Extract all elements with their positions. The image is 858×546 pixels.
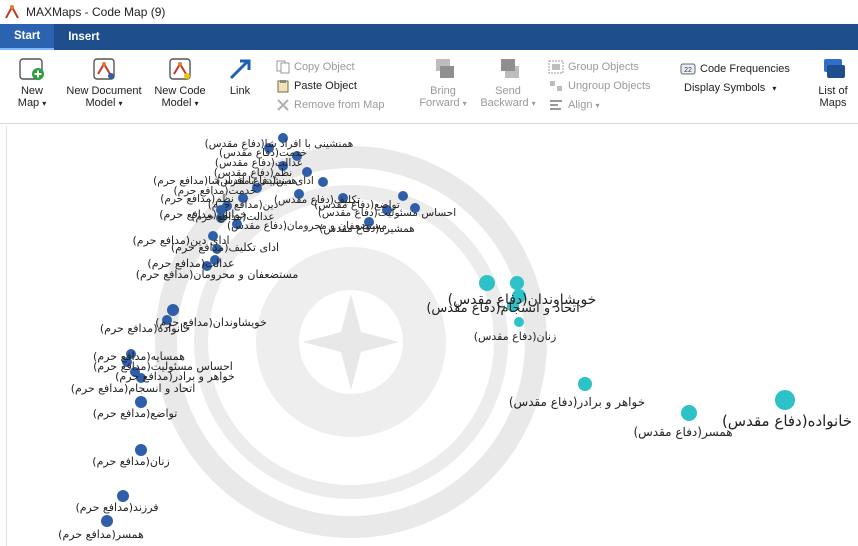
map-node-moghadas-5[interactable] — [578, 377, 592, 391]
ungroup-objects-label: Ungroup Objects — [568, 80, 651, 92]
chevron-down-icon: ▾ — [118, 99, 123, 108]
copy-object-label: Copy Object — [294, 61, 355, 73]
map-canvas[interactable]: همنشینی با افراد شا(دفاع مقدس) خدمت(دفاع … — [6, 126, 858, 546]
map-label-haram-6: خانواده(مدافع حرم) — [100, 322, 190, 335]
new-code-model-label-2: Model — [161, 97, 192, 109]
list-of-maps-label-2: Maps — [819, 97, 847, 109]
map-node-moghadas-4[interactable] — [514, 317, 524, 327]
bring-forward-label-1: Bring — [430, 85, 456, 97]
remove-from-map-button[interactable]: Remove from Map — [276, 98, 384, 112]
chevron-down-icon: ▾ — [462, 99, 467, 108]
display-symbols-label: Display Symbols — [684, 82, 766, 94]
tab-insert[interactable]: Insert — [54, 24, 113, 50]
map-node-haram-5[interactable] — [167, 304, 179, 316]
align-label: Align — [568, 99, 593, 111]
map-label-moghadas-3: خواهر و برادر(دفاع مقدس) — [509, 395, 645, 410]
send-backward-label-2: Backward — [480, 97, 529, 109]
map-label-moghadas-4: خانواده(دفاع مقدس) — [722, 412, 852, 430]
code-frequencies-label: Code Frequencies — [700, 63, 790, 75]
list-of-maps-button[interactable]: List of Maps — [812, 56, 854, 109]
new-map-label-2: Map — [17, 97, 40, 109]
new-map-icon — [19, 58, 44, 80]
map-node-moghadas-1[interactable] — [510, 276, 524, 290]
map-node-moghadas-0[interactable] — [479, 275, 495, 291]
tab-start[interactable]: Start — [0, 24, 55, 50]
align-icon — [550, 100, 562, 110]
code-frequencies-toggle[interactable]: 22 Code Frequencies — [680, 62, 790, 76]
map-label-haram-4: مستضعفان و محرومان(مدافع حرم) — [136, 268, 299, 281]
chevron-down-icon: ▾ — [42, 99, 47, 108]
link-button[interactable]: Link — [222, 56, 258, 97]
bring-forward-button[interactable]: Bring Forward ▾ — [416, 56, 470, 110]
bring-forward-icon — [436, 59, 454, 78]
new-document-model-icon — [93, 58, 115, 80]
paste-object-button[interactable]: Paste Object — [276, 79, 357, 93]
group-objects-label: Group Objects — [568, 61, 639, 73]
new-document-model-label-1: New Document — [66, 85, 142, 97]
link-arrow-icon — [229, 59, 251, 80]
maxmaps-app-icon — [5, 4, 19, 19]
map-label-haram-2: ادای تکلیف(مدافع حرم) — [171, 241, 279, 254]
chevron-down-icon: ▾ — [531, 99, 536, 108]
new-code-model-icon — [169, 58, 191, 80]
map-label-haram-14: همسر(مدافع حرم) — [58, 528, 144, 541]
new-code-model-button[interactable]: New Code Model ▾ — [150, 56, 210, 110]
svg-text:22: 22 — [684, 67, 692, 74]
window-title: MAXMaps - Code Map (9) — [26, 5, 166, 19]
align-button[interactable]: Align ▾ — [548, 98, 599, 112]
map-label-top-7: احساس مسئولیت(دفاع مقدس) — [318, 207, 456, 219]
map-label-moghadas-1: اتحاد و انسجام(دفاع مقدس) — [426, 301, 579, 316]
code-map[interactable]: همنشینی با افراد شا(دفاع مقدس)خدمت(دفاع … — [7, 126, 858, 546]
map-node-haram-14[interactable] — [101, 515, 113, 527]
map-label-haram-10: اتحاد و انسجام(مدافع حرم) — [71, 382, 196, 395]
bring-forward-label-2: Forward — [419, 97, 460, 109]
copy-icon — [276, 60, 290, 74]
send-backward-label-1: Send — [495, 85, 521, 97]
code-frequencies-icon: 22 — [680, 63, 696, 75]
new-code-model-label-1: New Code — [154, 85, 206, 97]
map-label-haram-13: فرزند(مدافع حرم) — [75, 501, 158, 514]
group-objects-button[interactable]: Group Objects — [548, 60, 639, 74]
new-map-label-1: New — [20, 85, 43, 97]
chevron-down-icon: ▾ — [595, 100, 600, 110]
map-label-top-9: همشیره(دفاع مقدس) — [319, 223, 414, 235]
send-backward-button[interactable]: Send Backward ▾ — [478, 56, 538, 110]
map-label-moghadas-2: زنان(دفاع مقدس) — [474, 330, 557, 343]
link-label: Link — [229, 85, 251, 97]
new-map-button[interactable]: New Map ▾ — [8, 56, 56, 110]
copy-object-button[interactable]: Copy Object — [276, 60, 355, 74]
ungroup-icon — [550, 81, 562, 91]
ribbon-tab-bar: Start Insert — [0, 24, 858, 50]
title-bar: MAXMaps - Code Map (9) — [0, 0, 858, 24]
chevron-down-icon: ▾ — [772, 83, 777, 93]
map-node-moghadas-6[interactable] — [681, 405, 697, 421]
ungroup-objects-button[interactable]: Ungroup Objects — [548, 79, 651, 93]
map-node-top-5[interactable] — [318, 177, 328, 187]
remove-icon — [277, 99, 289, 111]
send-backward-icon — [501, 59, 519, 78]
new-document-model-label-2: Model — [85, 97, 116, 109]
new-document-model-button[interactable]: New Document Model ▾ — [60, 56, 148, 110]
list-of-maps-label-1: List of — [818, 85, 848, 97]
map-label-haram-11: تواضع(مدافع حرم) — [93, 407, 178, 420]
paste-icon — [277, 80, 289, 93]
display-symbols-dropdown[interactable]: Display Symbols ▾ — [684, 82, 776, 94]
map-label-haram-12: زنان(مدافع حرم) — [92, 455, 169, 468]
map-node-moghadas-7[interactable] — [775, 390, 795, 410]
map-label-moghadas-5: همسر(دفاع مقدس) — [633, 425, 732, 440]
group-icon — [548, 60, 564, 74]
map-label-haram-0: جوانان(مدافع حرم) — [159, 208, 247, 221]
chevron-down-icon: ▾ — [194, 99, 199, 108]
paste-object-label: Paste Object — [294, 80, 357, 92]
remove-from-map-label: Remove from Map — [294, 99, 385, 111]
ribbon-toolbar: New Map ▾ New Document Model ▾ New Code Mo… — [0, 50, 858, 124]
list-of-maps-icon — [824, 59, 845, 78]
